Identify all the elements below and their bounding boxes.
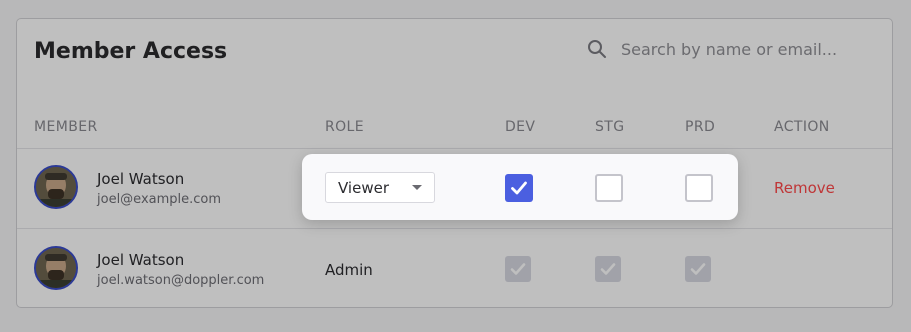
header-divider <box>17 148 892 149</box>
row-divider <box>17 228 892 229</box>
member-name: Joel Watson <box>97 251 185 269</box>
column-header-member: MEMBER <box>34 119 98 135</box>
column-header-stg: STG <box>595 119 625 135</box>
search-bar[interactable] <box>587 39 851 59</box>
avatar <box>34 246 78 290</box>
checkmark-icon <box>690 263 706 275</box>
checkmark-icon <box>511 181 527 195</box>
checkmark-icon <box>510 263 526 275</box>
stg-access-checkbox[interactable] <box>595 174 623 202</box>
prd-access-checkbox <box>685 256 711 282</box>
member-role: Admin <box>325 261 373 279</box>
dev-access-checkbox <box>505 256 531 282</box>
page-title: Member Access <box>34 39 228 64</box>
column-header-role: ROLE <box>325 119 364 135</box>
avatar <box>34 165 78 209</box>
search-input[interactable] <box>621 39 851 59</box>
member-name: Joel Watson <box>97 170 185 188</box>
chevron-down-icon <box>412 185 422 190</box>
member-email: joel@example.com <box>97 192 222 207</box>
column-header-dev: DEV <box>505 119 536 135</box>
column-header-prd: PRD <box>685 119 716 135</box>
search-icon <box>588 40 606 58</box>
remove-member-button[interactable]: Remove <box>774 179 835 197</box>
checkmark-icon <box>600 263 616 275</box>
stg-access-checkbox <box>595 256 621 282</box>
prd-access-checkbox[interactable] <box>685 174 713 202</box>
column-header-action: ACTION <box>774 119 830 135</box>
member-email: joel.watson@doppler.com <box>97 273 265 288</box>
highlighted-row-controls: Viewer <box>302 154 738 220</box>
role-select-value: Viewer <box>338 178 389 197</box>
member-access-screen: Member Access MEMBER ROLE DEV STG PRD AC… <box>0 0 911 332</box>
dev-access-checkbox[interactable] <box>505 174 533 202</box>
role-select[interactable]: Viewer <box>325 172 435 203</box>
